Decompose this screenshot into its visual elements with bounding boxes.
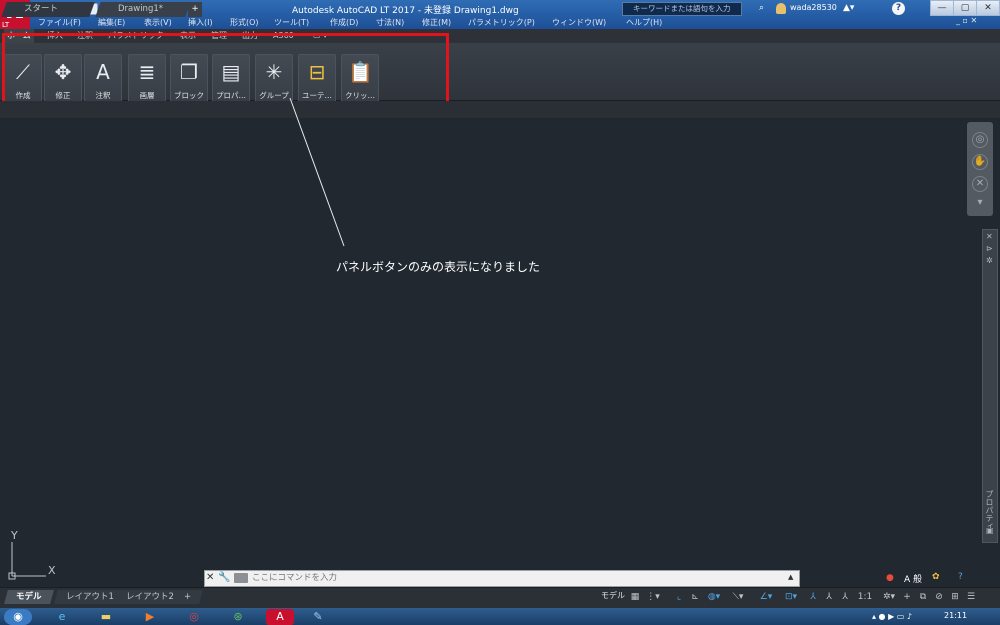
window-title: Autodesk AutoCAD LT 2017 - 未登録 Drawing1.… — [292, 6, 519, 16]
ucs-icon — [8, 542, 46, 580]
layout-tab-label: レイアウト1 — [66, 592, 114, 602]
user-icon[interactable] — [776, 3, 786, 14]
model-space-toggle[interactable]: モデル — [601, 590, 625, 601]
ime-tools-icon[interactable]: ✿ — [932, 572, 940, 582]
grid-icon[interactable]: ▦ — [628, 591, 642, 603]
layout-tab-label: + — [184, 592, 192, 602]
fullscreen-icon[interactable]: ⊞ — [948, 591, 962, 603]
polar-tracking-icon[interactable]: ◍▾ — [704, 591, 724, 603]
menu-format[interactable]: 形式(O) — [230, 16, 259, 29]
customization-icon[interactable]: ☰ — [964, 591, 978, 603]
command-input[interactable] — [252, 571, 672, 585]
menu-dimension[interactable]: 寸法(N) — [376, 16, 404, 29]
object-snap-tracking-icon[interactable]: ∠▾ — [756, 591, 776, 603]
annotation-visibility-icon[interactable]: ⅄ — [806, 591, 820, 603]
restore-button[interactable]: ▢ — [953, 0, 977, 16]
username[interactable]: wada28530 — [790, 3, 837, 12]
layout-tab-label: モデル — [16, 592, 42, 602]
annotation-scale-icon[interactable]: ⅄ — [838, 591, 852, 603]
internet-explorer-icon[interactable]: e — [48, 609, 76, 625]
command-history-icon[interactable]: ▲ — [788, 573, 793, 581]
menu-window[interactable]: ウィンドウ(W) — [552, 16, 606, 29]
ortho-icon[interactable]: ⊾ — [688, 591, 702, 603]
nav-dropdown-icon[interactable]: ▾ — [972, 196, 988, 212]
app-logo-sub: LT — [2, 21, 10, 29]
file-tab-start[interactable]: スタート — [1, 2, 95, 17]
snap-icon[interactable]: ⋮▾ — [644, 591, 662, 603]
ime-mode-icon[interactable]: A 般 — [904, 572, 922, 585]
menu-help[interactable]: ヘルプ(H) — [626, 16, 662, 29]
properties-palette-label: プロパティ — [985, 490, 994, 530]
highlight-box — [2, 33, 449, 105]
auto-scale-icon[interactable]: ⅄ — [822, 591, 836, 603]
search-input[interactable]: キーワードまたは語句を入力 — [622, 2, 742, 16]
help-icon[interactable]: ? — [892, 2, 905, 15]
isolate-objects-icon[interactable]: ⧉ — [916, 591, 930, 603]
menu-bar: ファイル(F) 編集(E) 表示(V) 挿入(I) 形式(O) ツール(T) 作… — [30, 16, 1000, 29]
menu-insert[interactable]: 挿入(I) — [188, 16, 213, 29]
palette-pin-icon[interactable]: ⊳ — [986, 244, 993, 253]
ime-icon[interactable]: ● — [886, 573, 894, 583]
media-player-icon[interactable]: ▶ — [136, 609, 164, 625]
palette-settings-icon[interactable]: ✲ — [986, 256, 993, 265]
ucs-x-label: X — [48, 564, 56, 577]
layout-tab-model[interactable]: モデル — [4, 590, 54, 604]
file-explorer-icon[interactable]: ▬ — [92, 609, 120, 625]
system-tray[interactable]: ▴ ● ▶ ▭ ♪ — [872, 612, 912, 621]
autodesk-app-store-icon[interactable]: ▲▾ — [843, 3, 854, 13]
menu-tools[interactable]: ツール(T) — [274, 16, 309, 29]
menu-file[interactable]: ファイル(F) — [38, 16, 81, 29]
file-tab-bar — [0, 101, 1000, 118]
navigation-bar[interactable]: ◎ ✋ ✕ ▾ — [967, 122, 993, 216]
close-icon[interactable]: ✕ — [206, 572, 214, 583]
new-tab-button[interactable]: + — [188, 2, 202, 17]
network-app-icon[interactable]: ⊛ — [224, 609, 252, 625]
menu-view[interactable]: 表示(V) — [144, 16, 172, 29]
zoom-icon[interactable]: ✕ — [972, 176, 988, 192]
menu-edit[interactable]: 編集(E) — [98, 16, 125, 29]
annotation-scale-value[interactable]: 1:1 — [854, 591, 876, 603]
file-tab-label: スタート — [24, 4, 59, 14]
minimize-button[interactable]: — — [930, 0, 954, 16]
close-button[interactable]: ✕ — [976, 0, 1000, 16]
binoculars-icon[interactable]: ⌕ — [759, 3, 764, 13]
callout-annotation: パネルボタンのみの表示になりました — [336, 260, 541, 274]
ime-help-icon[interactable]: ? — [958, 572, 963, 582]
chrome-icon[interactable]: ◎ — [180, 609, 208, 625]
workspace-switching-icon[interactable]: ✲▾ — [880, 591, 898, 603]
document-window-controls[interactable]: _ ▫ ✕ — [956, 16, 977, 25]
file-tab-label: Drawing1* — [118, 4, 164, 14]
wrench-icon[interactable]: 🔧 — [218, 572, 230, 583]
palette-close-icon[interactable]: ✕ — [986, 232, 993, 241]
object-snap-icon[interactable]: ⊡▾ — [780, 591, 802, 603]
command-prompt-icon[interactable] — [234, 573, 248, 583]
menu-parametric[interactable]: パラメトリック(P) — [468, 16, 535, 29]
taskbar-clock[interactable]: 21:11 — [944, 611, 967, 620]
paint-icon[interactable]: ✎ — [304, 609, 332, 625]
steering-wheel-icon[interactable]: ◎ — [972, 132, 988, 148]
layout-tab-label: レイアウト2 — [126, 592, 174, 602]
ime-language-bar[interactable]: ● A 般 ✿ ? — [868, 571, 1000, 587]
menu-modify[interactable]: 修正(M) — [422, 16, 451, 29]
menu-draw[interactable]: 作成(D) — [330, 16, 358, 29]
plus-icon[interactable]: + — [900, 591, 914, 603]
pan-icon[interactable]: ✋ — [972, 154, 988, 170]
isodraft-icon[interactable]: ⟍▾ — [728, 591, 748, 603]
clean-screen-icon[interactable]: ⊘ — [932, 591, 946, 603]
start-button-icon[interactable]: ◉ — [4, 609, 32, 625]
file-tab-drawing[interactable]: Drawing1* — [95, 2, 191, 17]
autocad-taskbar-icon[interactable]: A — [266, 609, 294, 625]
infer-constraints-icon[interactable]: ⌞ — [672, 591, 686, 603]
drawing-canvas[interactable] — [0, 118, 1000, 570]
ucs-y-label: Y — [11, 529, 18, 542]
add-layout-button[interactable]: + — [172, 590, 204, 604]
